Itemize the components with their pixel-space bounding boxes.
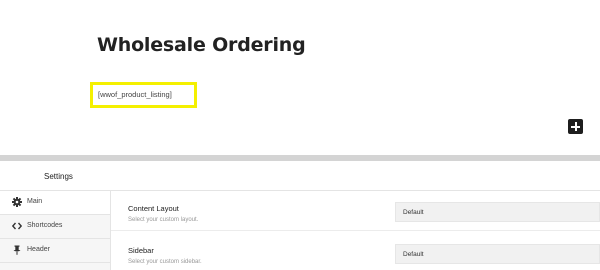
setting-description: Select your custom sidebar. [128, 259, 202, 265]
sidebar-item-header[interactable]: Header [0, 239, 110, 263]
sidebar-item-label: Shortcodes [27, 222, 63, 229]
setting-row-sidebar: Sidebar Select your custom sidebar. Defa… [111, 233, 600, 270]
setting-label: Sidebar [128, 246, 154, 255]
select-value: Default [403, 209, 424, 216]
shortcode-block[interactable]: [wwof_product_listing] [90, 82, 197, 108]
settings-title: Settings [44, 172, 73, 181]
setting-label: Content Layout [128, 204, 179, 213]
pin-icon [12, 245, 22, 255]
sidebar-item-shortcodes[interactable]: Shortcodes [0, 215, 110, 239]
editor-canvas: Wholesale Ordering [wwof_product_listing… [0, 0, 600, 155]
settings-header: Settings [0, 161, 600, 191]
add-block-button[interactable] [568, 119, 583, 134]
gear-icon [12, 197, 22, 207]
sidebar-item-main[interactable]: Main [0, 191, 110, 215]
page-title[interactable]: Wholesale Ordering [97, 34, 306, 56]
sidebar-select[interactable]: Default [395, 244, 600, 264]
select-value: Default [403, 251, 424, 258]
content-layout-select[interactable]: Default [395, 202, 600, 222]
settings-sidebar: Main Shortcodes Header [0, 191, 111, 270]
setting-row-content-layout: Content Layout Select your custom layout… [111, 191, 600, 231]
code-icon [12, 221, 22, 231]
setting-description: Select your custom layout. [128, 217, 199, 223]
shortcode-text[interactable]: [wwof_product_listing] [98, 90, 172, 99]
sidebar-item-label: Main [27, 198, 43, 205]
settings-panel: Settings Main Shortcodes Header Content … [0, 161, 600, 270]
sidebar-item-label: Header [27, 246, 50, 253]
